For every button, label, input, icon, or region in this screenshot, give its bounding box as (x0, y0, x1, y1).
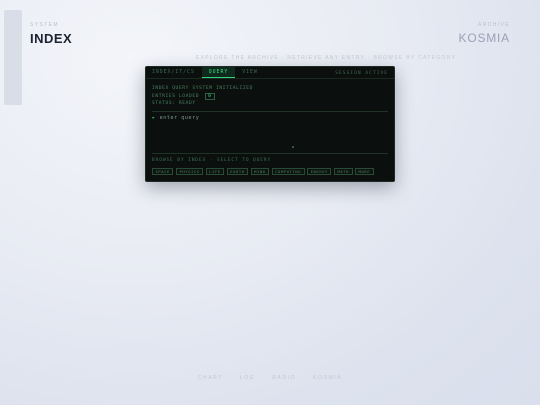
footer-link-chart[interactable]: CHART (198, 375, 223, 381)
chip-computing[interactable]: COMPUTING (271, 168, 305, 175)
header-left-kicker: SYSTEM (30, 22, 59, 28)
entries-label: ENTRIES LOADED (152, 93, 200, 99)
header-left: SYSTEM INDEX (30, 22, 72, 46)
chip-physics[interactable]: PHYSICS (175, 168, 204, 175)
chip-earth[interactable]: EARTH (226, 168, 249, 175)
tab-index[interactable]: INDEX/IT/CS (146, 67, 202, 78)
page-title: INDEX (30, 31, 73, 46)
chip-energy[interactable]: ENERGY (307, 168, 332, 175)
query-terminal: INDEX/IT/CS QUERY VIEW SESSION ACTIVE IN… (145, 66, 395, 182)
chip-space[interactable]: SPACE (152, 168, 174, 175)
brand-logo[interactable]: KOSMIA (459, 31, 510, 45)
header-right: ARCHIVE KOSMIA (459, 22, 510, 45)
system-log: INDEX QUERY SYSTEM INITIALIZED ENTRIES L… (146, 79, 394, 108)
terminal-tabbar: INDEX/IT/CS QUERY VIEW SESSION ACTIVE (146, 67, 394, 79)
footer-link-radio[interactable]: RADIO (272, 375, 296, 381)
chip-mind[interactable]: MIND (250, 168, 270, 175)
entries-count-badge: 0 (205, 92, 215, 100)
system-line-init: INDEX QUERY SYSTEM INITIALIZED (152, 86, 253, 91)
footer-link-log[interactable]: LOG (240, 375, 255, 381)
system-line-status: STATUS: READY (152, 101, 196, 106)
tab-query[interactable]: QUERY (201, 67, 236, 78)
chip-math[interactable]: MATH (333, 168, 353, 175)
tab-view[interactable]: VIEW (235, 67, 265, 78)
chip-life[interactable]: LIFE (205, 168, 225, 175)
cursor-dot (292, 146, 294, 148)
query-prompt: ▸ (146, 112, 394, 122)
session-status: SESSION ACTIVE (335, 70, 388, 76)
divider (152, 153, 388, 154)
category-chips: SPACE PHYSICS LIFE EARTH MIND COMPUTING … (152, 168, 374, 175)
prompt-caret-icon: ▸ (152, 115, 156, 121)
header-right-kicker: ARCHIVE (477, 22, 510, 28)
system-line-entries: ENTRIES LOADED 0 (152, 92, 388, 101)
chip-more[interactable]: MORE (355, 168, 374, 175)
footer-nav: CHART LOG RADIO KOSMIA (0, 375, 540, 381)
browse-label: BROWSE BY INDEX · SELECT TO QUERY (152, 158, 272, 163)
footer-link-kosmia[interactable]: KOSMIA (313, 375, 342, 381)
query-input[interactable] (159, 115, 360, 121)
page-subtitle: EXPLORE THE ARCHIVE · RETRIEVE ANY ENTRY… (196, 55, 457, 61)
side-rail[interactable] (4, 10, 22, 105)
